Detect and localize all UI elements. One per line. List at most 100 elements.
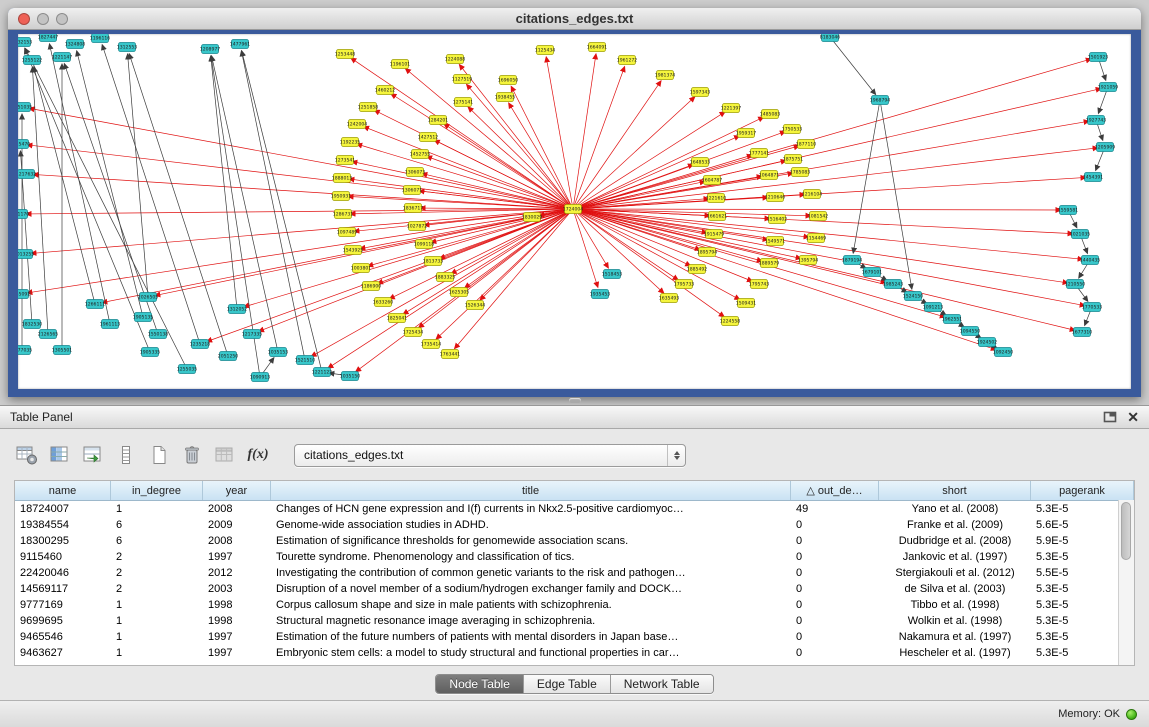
network-node[interactable]: 1452755 bbox=[410, 150, 431, 159]
network-node[interactable]: 2051035 bbox=[18, 103, 32, 112]
edge[interactable] bbox=[241, 51, 305, 360]
network-node[interactable]: 1003801 bbox=[351, 264, 372, 273]
network-node[interactable]: 1648533 bbox=[690, 158, 711, 167]
network-node[interactable]: 1915479 bbox=[704, 230, 725, 239]
edge[interactable] bbox=[853, 100, 880, 253]
network-node[interactable]: 1217632 bbox=[18, 170, 36, 179]
close-panel-icon[interactable]: ✕ bbox=[1127, 410, 1139, 424]
network-node[interactable]: 1186900 bbox=[361, 282, 382, 291]
network-node[interactable]: 1127519 bbox=[452, 75, 473, 84]
network-node[interactable]: 1091213 bbox=[923, 303, 944, 312]
table-row[interactable]: 911546021997Tourette syndrome. Phenomeno… bbox=[15, 549, 1134, 565]
network-node[interactable]: 1312052 bbox=[227, 305, 248, 314]
network-node[interactable]: 1485083 bbox=[760, 110, 781, 119]
rows-icon[interactable] bbox=[113, 442, 139, 468]
network-node[interactable]: 1921059 bbox=[1098, 83, 1119, 92]
network-node[interactable]: 1210646 bbox=[765, 193, 786, 202]
network-node[interactable]: 1604787 bbox=[702, 176, 723, 185]
network-node[interactable]: 1501923 bbox=[1088, 53, 1109, 62]
network-node[interactable]: 1081542 bbox=[808, 212, 829, 221]
network-node[interactable]: 1935453 bbox=[590, 290, 611, 299]
network-node[interactable]: 1255035 bbox=[177, 365, 198, 374]
network-node[interactable]: 1154469 bbox=[806, 234, 827, 243]
edge[interactable] bbox=[573, 209, 1061, 210]
network-node[interactable]: 1224558 bbox=[720, 317, 741, 326]
edge[interactable] bbox=[32, 67, 48, 334]
network-node[interactable]: 1235218 bbox=[190, 340, 211, 349]
network-node[interactable]: 1770533 bbox=[1082, 303, 1103, 312]
edge[interactable] bbox=[830, 37, 876, 95]
edge[interactable] bbox=[546, 57, 573, 209]
table-row[interactable]: 1456911722003Disruption of a novel membe… bbox=[15, 581, 1134, 597]
table-select-combo[interactable]: citations_edges.txt bbox=[294, 444, 686, 467]
edge[interactable] bbox=[31, 209, 573, 253]
table-columns-icon[interactable] bbox=[47, 442, 73, 468]
network-node[interactable]: 1306071 bbox=[402, 186, 423, 195]
edge[interactable] bbox=[880, 100, 912, 289]
network-node[interactable]: 1724004 bbox=[563, 205, 584, 214]
column-header-2[interactable]: year bbox=[203, 481, 271, 500]
network-node[interactable]: 1905335 bbox=[140, 348, 161, 357]
network-node[interactable]: 1664091 bbox=[587, 43, 608, 52]
network-node[interactable]: 1696050 bbox=[498, 76, 519, 85]
edge[interactable] bbox=[77, 51, 143, 317]
network-node[interactable]: 1090913 bbox=[250, 373, 271, 382]
network-node[interactable]: 1597343 bbox=[690, 88, 711, 97]
function-builder-icon[interactable]: f(x) bbox=[245, 442, 271, 468]
table-import-icon[interactable] bbox=[80, 442, 106, 468]
network-node[interactable]: 1827447 bbox=[38, 34, 59, 42]
table-row[interactable]: 946362711997Embryonic stem cells: a mode… bbox=[15, 645, 1134, 661]
network-node[interactable]: 1217335 bbox=[242, 330, 263, 339]
network-node[interactable]: 8183046 bbox=[820, 34, 841, 42]
edge[interactable] bbox=[27, 209, 573, 293]
network-node[interactable]: 1832530 bbox=[22, 320, 43, 329]
network-node[interactable]: 1521510 bbox=[295, 356, 316, 365]
network-node[interactable]: 1889579 bbox=[759, 259, 780, 268]
edge[interactable] bbox=[573, 148, 1098, 209]
network-node[interactable]: 1477961 bbox=[230, 40, 251, 49]
network-node[interactable]: 1813733 bbox=[423, 257, 444, 266]
network-node[interactable]: 1885492 bbox=[687, 265, 708, 274]
edge[interactable] bbox=[29, 108, 573, 209]
edge[interactable] bbox=[34, 67, 95, 304]
network-node[interactable]: 1927743 bbox=[1086, 116, 1107, 125]
table-row[interactable]: 1830029562008Estimation of significance … bbox=[15, 533, 1134, 549]
edge[interactable] bbox=[357, 144, 573, 209]
network-node[interactable]: 1836717 bbox=[403, 204, 424, 213]
network-node[interactable]: 1550138 bbox=[148, 330, 169, 339]
network-node[interactable]: 1196101 bbox=[390, 60, 411, 69]
edge[interactable] bbox=[573, 209, 1085, 306]
edge[interactable] bbox=[459, 65, 573, 209]
table-row[interactable]: 2242004622012Investigating the contribut… bbox=[15, 565, 1134, 581]
edge[interactable] bbox=[349, 179, 573, 209]
network-node[interactable]: 1192235 bbox=[340, 138, 361, 147]
network-node[interactable]: 1905135 bbox=[133, 313, 154, 322]
network-node[interactable]: 1021035 bbox=[1070, 230, 1091, 239]
network-node[interactable]: 1208977 bbox=[200, 45, 221, 54]
tab-node-table[interactable]: Node Table bbox=[436, 675, 524, 693]
network-node[interactable]: 1286731 bbox=[333, 210, 354, 219]
network-node[interactable]: 1440435 bbox=[1080, 256, 1101, 265]
table-row[interactable]: 1872400712008Changes of HCN gene express… bbox=[15, 501, 1134, 517]
float-panel-icon[interactable] bbox=[1103, 411, 1117, 423]
network-node[interactable]: 1543925 bbox=[343, 246, 364, 255]
network-node[interactable]: 1221610 bbox=[706, 194, 727, 203]
edge[interactable] bbox=[102, 209, 573, 303]
edge[interactable] bbox=[573, 54, 596, 209]
network-node[interactable]: 1549571 bbox=[765, 237, 786, 246]
network-node[interactable]: 1035153 bbox=[268, 348, 289, 357]
network-node[interactable]: 1962551 bbox=[942, 315, 963, 324]
network-node[interactable]: 1924502 bbox=[977, 338, 998, 347]
network-node[interactable]: 1221122 bbox=[312, 368, 333, 377]
network-node[interactable]: 1275141 bbox=[453, 98, 474, 107]
network-node[interactable]: 1677310 bbox=[1072, 328, 1093, 337]
network-canvas[interactable]: 1724004125344811961011224088112751916960… bbox=[18, 34, 1131, 389]
network-node[interactable]: 1253448 bbox=[335, 50, 356, 59]
network-node[interactable]: 1981374 bbox=[655, 71, 676, 80]
network-node[interactable]: 1306073 bbox=[405, 168, 426, 177]
network-node[interactable]: 1961113 bbox=[100, 320, 121, 329]
delete-icon[interactable] bbox=[179, 442, 205, 468]
network-node[interactable]: 1305501 bbox=[52, 346, 73, 355]
edge[interactable] bbox=[211, 56, 237, 309]
network-node[interactable]: 1795743 bbox=[749, 280, 770, 289]
